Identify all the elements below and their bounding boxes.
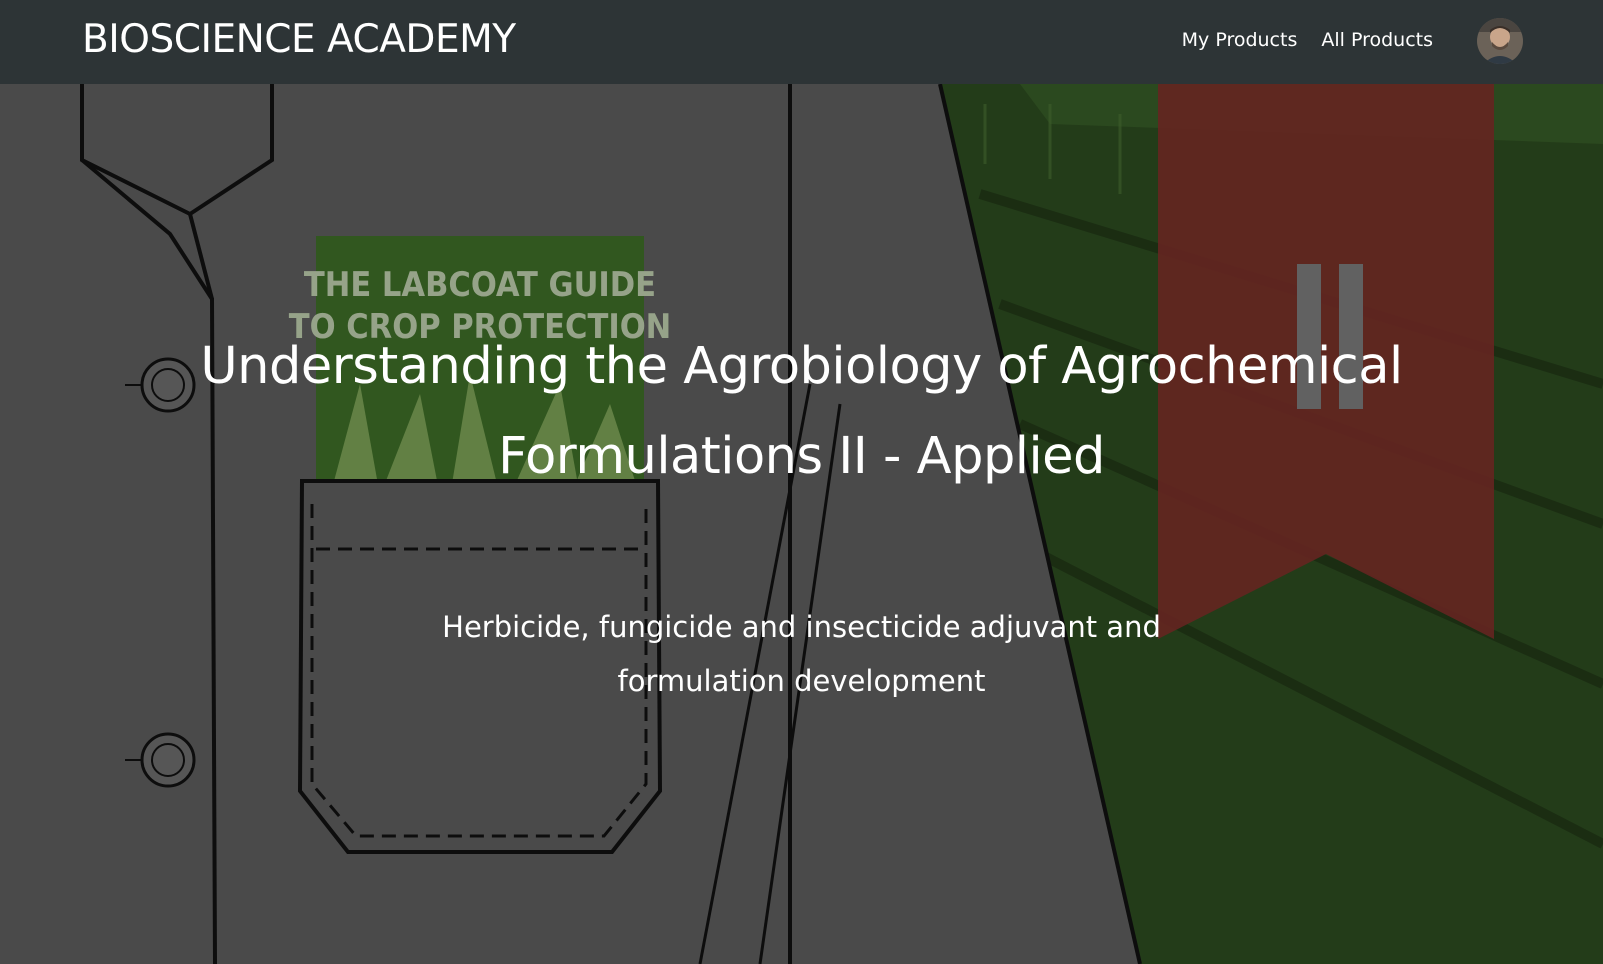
top-navbar: BIOSCIENCE ACADEMY My Products All Produ… bbox=[0, 0, 1603, 84]
course-title: Understanding the Agrobiology of Agroche… bbox=[200, 337, 1403, 486]
main-nav: My Products All Products bbox=[1182, 27, 1433, 53]
hero-dark-overlay bbox=[0, 84, 1603, 964]
course-subtitle: Herbicide, fungicide and insecticide adj… bbox=[442, 610, 1161, 698]
user-avatar-icon[interactable] bbox=[1477, 18, 1523, 64]
brand-logo-link[interactable]: BIOSCIENCE ACADEMY bbox=[82, 16, 516, 64]
nav-my-products[interactable]: My Products bbox=[1182, 27, 1298, 53]
user-avatar-image bbox=[1477, 18, 1523, 64]
nav-all-products[interactable]: All Products bbox=[1321, 27, 1433, 53]
course-hero-banner: THE LABCOAT GUIDE TO CROP PROTECTION Und… bbox=[0, 84, 1603, 964]
